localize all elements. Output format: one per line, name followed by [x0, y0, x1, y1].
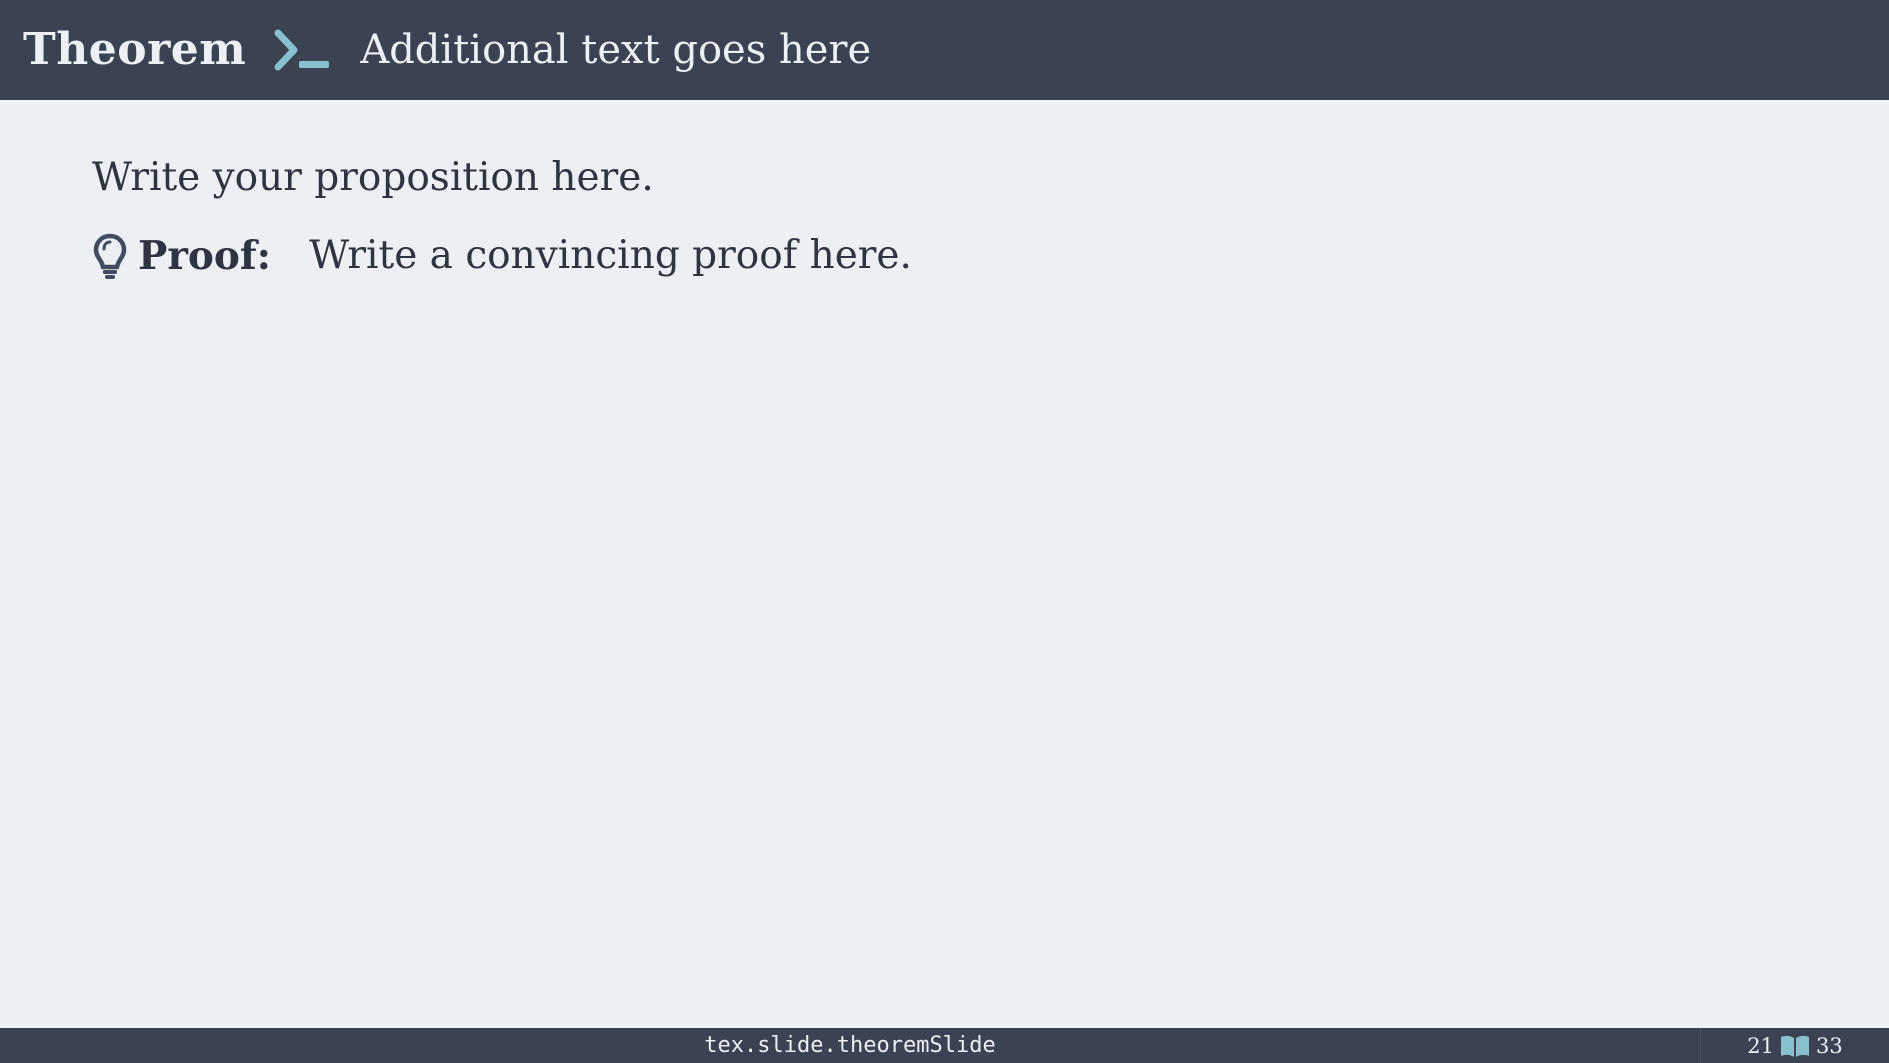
proof-label: Proof: [138, 233, 272, 279]
current-page-number: 21 [1747, 1033, 1774, 1058]
book-icon [1780, 1035, 1810, 1057]
slide-footer: tex.slide.theoremSlide 21 33 [0, 1028, 1889, 1063]
slide: Theorem Additional text goes here Write … [0, 0, 1889, 1063]
slide-subtitle: Additional text goes here [360, 27, 872, 73]
slide-content: Write your proposition here. Proof: Writ… [92, 150, 1797, 284]
proof-block: Proof: Write a convincing proof here. [92, 228, 1797, 284]
footer-label: tex.slide.theoremSlide [704, 1033, 996, 1058]
slide-header: Theorem Additional text goes here [0, 0, 1889, 100]
proof-text: Write a convincing proof here. [309, 233, 912, 278]
lightbulb-icon [92, 232, 128, 280]
slide-title: Theorem [23, 24, 247, 75]
total-pages-number: 33 [1816, 1033, 1843, 1058]
proposition-text: Write your proposition here. [92, 155, 654, 200]
page-counter: 21 33 [1700, 1028, 1889, 1063]
terminal-prompt-icon [274, 29, 332, 71]
